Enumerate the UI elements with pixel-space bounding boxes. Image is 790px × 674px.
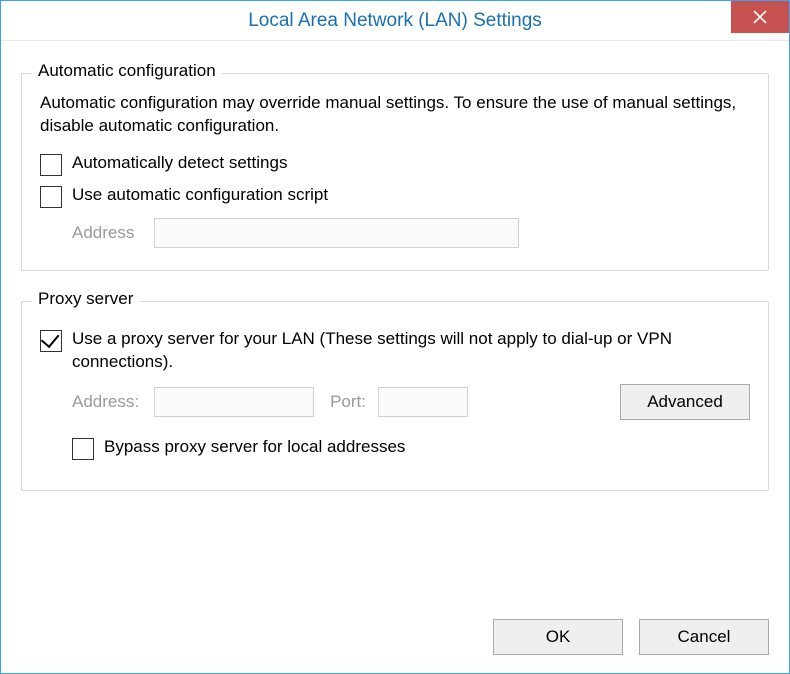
cancel-button[interactable]: Cancel (639, 619, 769, 655)
bypass-label: Bypass proxy server for local addresses (104, 436, 405, 459)
lan-settings-window: Local Area Network (LAN) Settings Automa… (0, 0, 790, 674)
dialog-footer: OK Cancel (1, 609, 789, 673)
auto-script-address-input[interactable] (154, 218, 519, 248)
use-proxy-label: Use a proxy server for your LAN (These s… (72, 328, 750, 374)
ok-button[interactable]: OK (493, 619, 623, 655)
dialog-content: Automatic configuration Automatic config… (1, 41, 789, 609)
proxy-port-input[interactable] (378, 387, 468, 417)
automatic-configuration-title: Automatic configuration (32, 61, 222, 81)
titlebar: Local Area Network (LAN) Settings (1, 1, 789, 41)
proxy-address-input[interactable] (154, 387, 314, 417)
use-proxy-row: Use a proxy server for your LAN (These s… (40, 328, 750, 374)
auto-script-row: Use automatic configuration script (40, 184, 750, 208)
auto-detect-label: Automatically detect settings (72, 152, 287, 175)
advanced-button[interactable]: Advanced (620, 384, 750, 420)
auto-script-address-row: Address (72, 218, 750, 248)
proxy-address-label: Address: (72, 392, 142, 412)
proxy-server-title: Proxy server (32, 289, 139, 309)
auto-detect-row: Automatically detect settings (40, 152, 750, 176)
auto-script-checkbox[interactable] (40, 186, 62, 208)
proxy-port-label: Port: (326, 392, 366, 412)
close-icon (753, 10, 767, 24)
auto-script-label: Use automatic configuration script (72, 184, 328, 207)
automatic-configuration-info: Automatic configuration may override man… (40, 92, 750, 138)
close-button[interactable] (731, 1, 789, 33)
bypass-row: Bypass proxy server for local addresses (72, 436, 750, 460)
bypass-checkbox[interactable] (72, 438, 94, 460)
window-title: Local Area Network (LAN) Settings (248, 10, 542, 32)
proxy-server-group: Proxy server Use a proxy server for your… (21, 301, 769, 491)
proxy-address-row: Address: Port: Advanced (72, 384, 750, 420)
auto-detect-checkbox[interactable] (40, 154, 62, 176)
automatic-configuration-group: Automatic configuration Automatic config… (21, 73, 769, 271)
auto-script-address-label: Address (72, 223, 142, 243)
use-proxy-checkbox[interactable] (40, 330, 62, 352)
